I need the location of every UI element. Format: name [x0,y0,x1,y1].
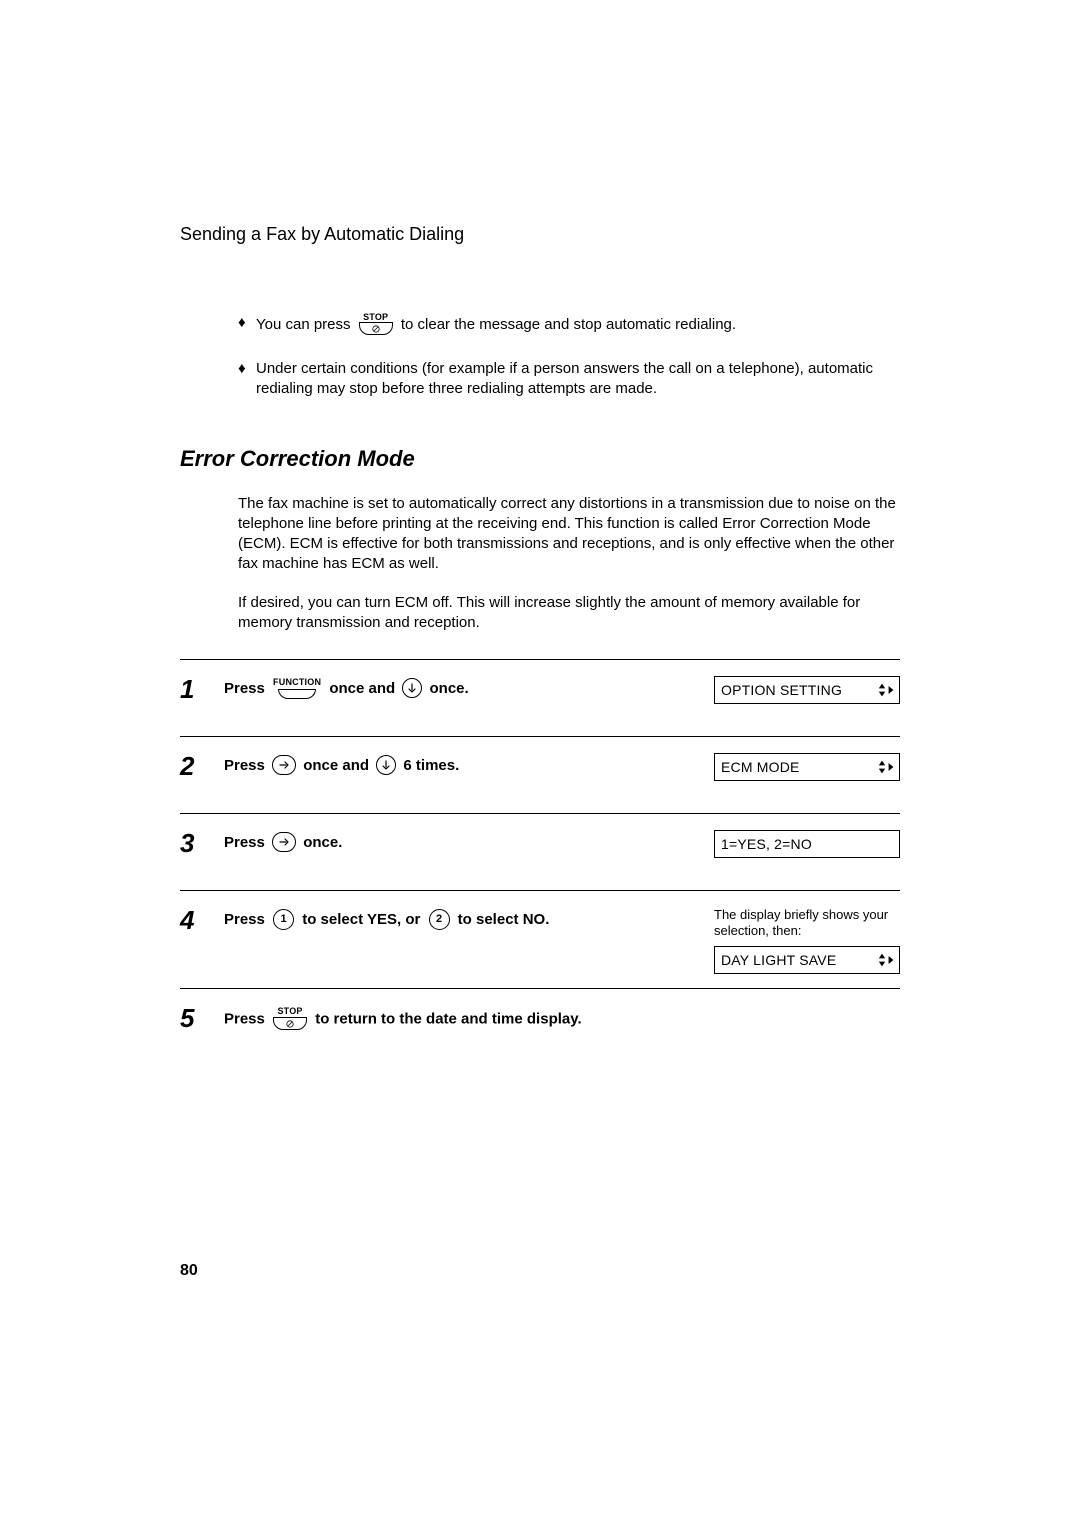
text-fragment: to clear the message and stop automatic … [401,316,736,333]
step-number: 1 [180,674,224,702]
paragraph: The fax machine is set to automatically … [238,494,900,575]
page-content: Sending a Fax by Automatic Dialing ♦ You… [180,224,900,1065]
step-number: 5 [180,1003,224,1031]
text-fragment: Press [224,1010,269,1027]
step-row: 3 Press once. 1=YES, 2=NO [180,814,900,891]
step-number: 2 [180,751,224,779]
lcd-text: 1=YES, 2=NO [721,836,812,852]
step-number: 4 [180,905,224,933]
step-display: 1=YES, 2=NO [714,828,900,858]
right-arrow-key-icon [272,832,296,852]
diamond-bullet-icon: ♦ [238,313,256,337]
step-instruction: Press once. [224,828,714,855]
text-fragment: to select YES, or [302,911,424,928]
stop-key-icon: STOP [359,311,393,335]
text-fragment: Press [224,680,269,697]
text-fragment: You can press [256,316,355,333]
text-fragment: once. [430,680,469,697]
step-instruction: Press FUNCTION once and once. [224,674,714,701]
step-number: 3 [180,828,224,856]
key-cap [359,322,393,335]
step-row: 2 Press once and 6 times. ECM MODE [180,737,900,814]
text-fragment: once and [303,757,373,774]
key-label: FUNCTION [273,676,321,690]
text-fragment: to select NO. [458,911,550,928]
bullet-list: ♦ You can press STOP to clear the messag… [238,313,900,400]
lcd-display: ECM MODE [714,753,900,781]
step-row: 4 Press 1 to select YES, or 2 to select … [180,891,900,989]
text-fragment: Press [224,911,269,928]
step-display [714,1003,900,1005]
nav-arrows-icon [878,759,895,775]
text-fragment: 6 times. [403,757,459,774]
two-key-icon: 2 [429,909,450,930]
page-number: 80 [180,1262,198,1280]
step-instruction: Press once and 6 times. [224,751,714,778]
lcd-text: ECM MODE [721,759,800,775]
text-fragment: once and [329,680,399,697]
lcd-text: OPTION SETTING [721,682,842,698]
diamond-bullet-icon: ♦ [238,359,256,400]
section-body: The fax machine is set to automatically … [238,494,900,634]
down-arrow-key-icon [376,755,396,775]
one-key-icon: 1 [273,909,294,930]
bullet-text: Under certain conditions (for example if… [256,359,900,400]
bullet-item: ♦ You can press STOP to clear the messag… [238,313,900,337]
page-header: Sending a Fax by Automatic Dialing [180,224,900,245]
section-heading: Error Correction Mode [180,446,900,472]
key-label: STOP [277,1005,302,1019]
display-note: The display briefly shows your selection… [714,907,900,940]
step-display: OPTION SETTING [714,674,900,704]
function-key-icon: FUNCTION [273,676,321,699]
step-row: 5 Press STOP to return to the date and t… [180,989,900,1065]
stop-key-icon: STOP [273,1005,307,1031]
lcd-display: OPTION SETTING [714,676,900,704]
paragraph: If desired, you can turn ECM off. This w… [238,593,900,634]
bullet-text: You can press STOP to clear the message … [256,313,900,337]
key-cap [273,1017,307,1030]
step-instruction: Press STOP to return to the date and tim… [224,1003,714,1033]
text-fragment: to return to the date and time display. [315,1010,581,1027]
lcd-text: DAY LIGHT SAVE [721,952,836,968]
steps-list: 1 Press FUNCTION once and once. OPTION S… [180,659,900,1065]
text-fragment: Press [224,834,269,851]
nav-arrows-icon [878,952,895,968]
bullet-item: ♦ Under certain conditions (for example … [238,359,900,400]
lcd-display: 1=YES, 2=NO [714,830,900,858]
down-arrow-key-icon [402,678,422,698]
right-arrow-key-icon [272,755,296,775]
key-cap [278,689,316,699]
step-instruction: Press 1 to select YES, or 2 to select NO… [224,905,714,932]
lcd-display: DAY LIGHT SAVE [714,946,900,974]
text-fragment: once. [303,834,342,851]
text-fragment: Press [224,757,269,774]
nav-arrows-icon [878,682,895,698]
step-row: 1 Press FUNCTION once and once. OPTION S… [180,660,900,737]
step-display: The display briefly shows your selection… [714,905,900,974]
step-display: ECM MODE [714,751,900,781]
